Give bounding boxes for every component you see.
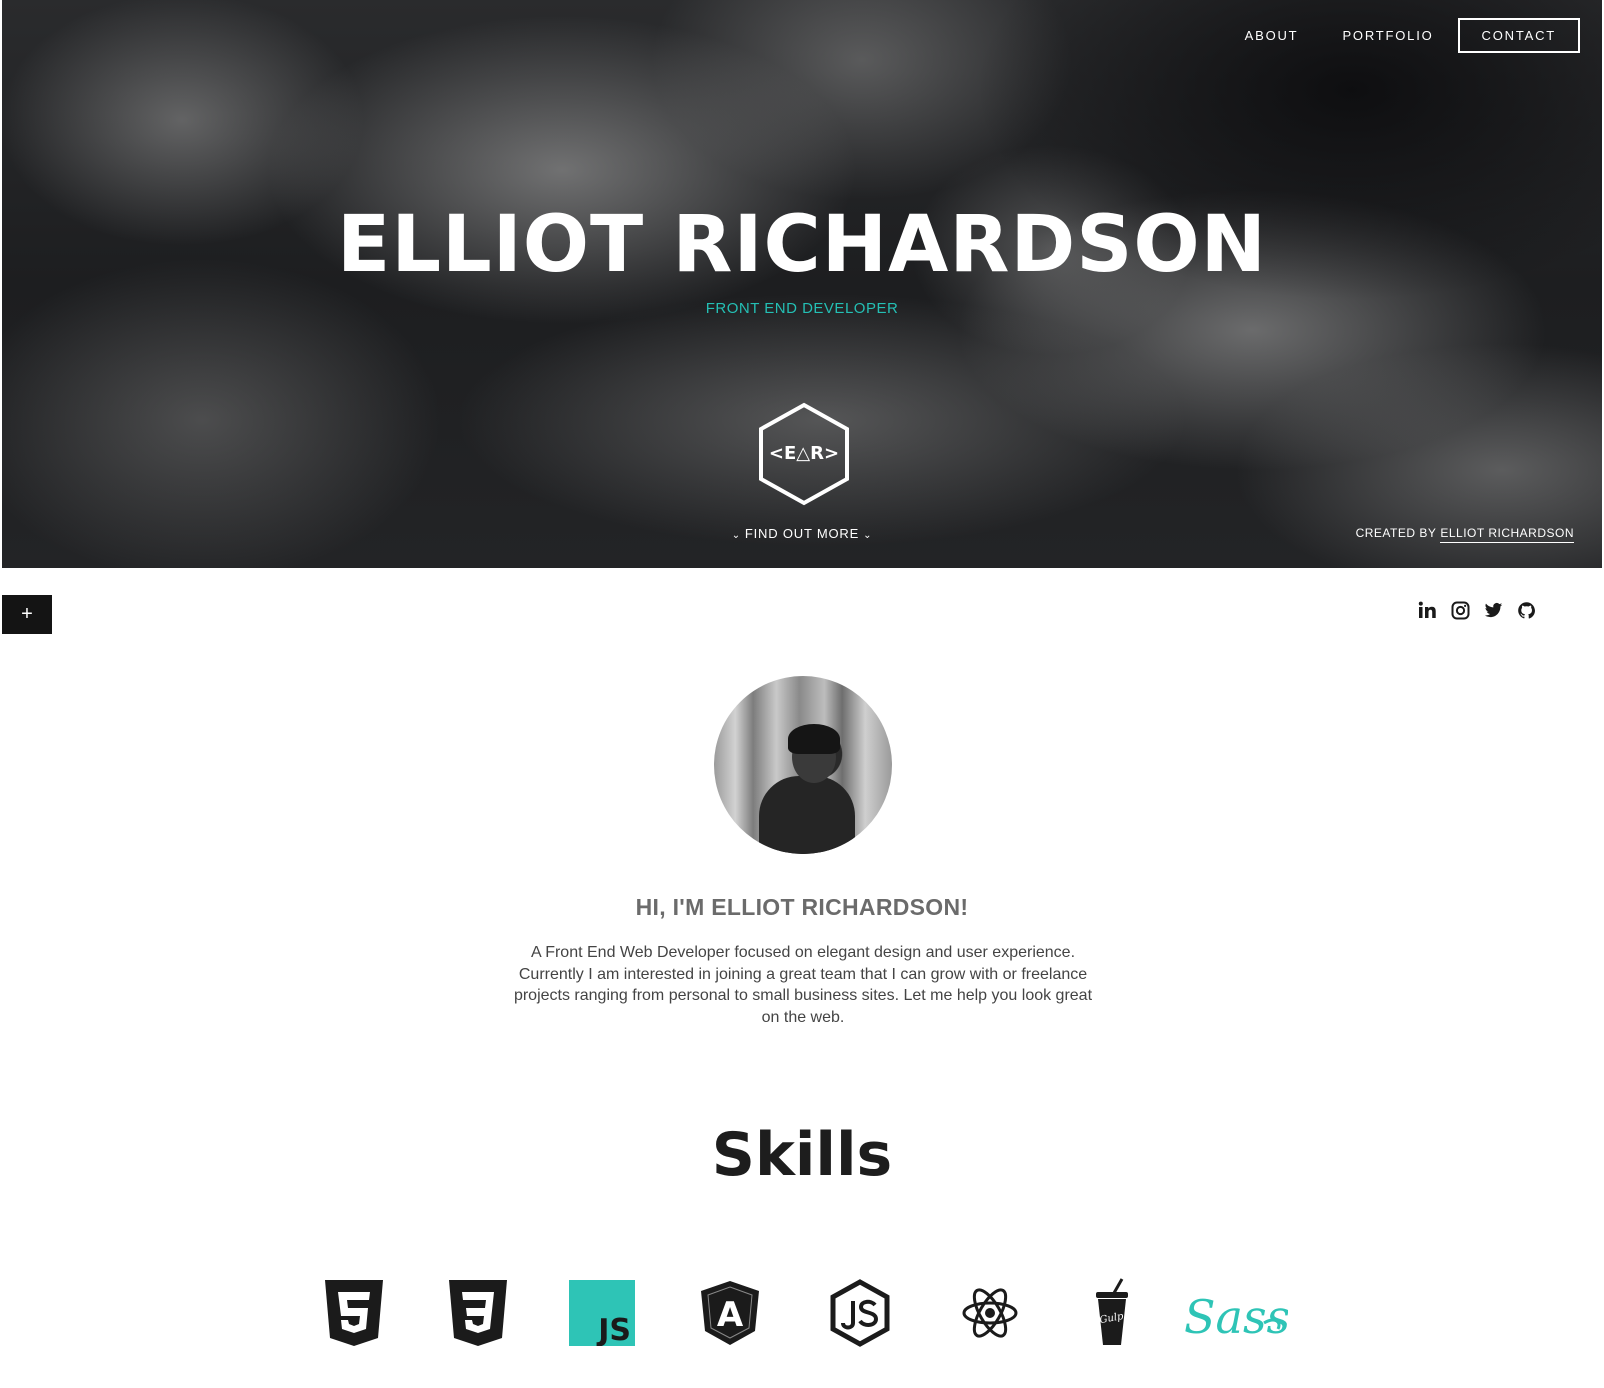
hero-title: ELLIOT RICHARDSON (337, 200, 1267, 290)
angular-icon: A (692, 1275, 768, 1351)
instagram-icon[interactable] (1451, 601, 1470, 620)
nav-about[interactable]: ABOUT (1223, 18, 1321, 53)
github-icon[interactable] (1517, 601, 1536, 620)
sass-icon: Sass (1178, 1275, 1288, 1351)
created-by-author-link[interactable]: ELLIOT RICHARDSON (1440, 526, 1574, 543)
logo-text: <E△R> (768, 443, 840, 464)
social-links (1418, 601, 1536, 620)
skills-heading: Skills (711, 1120, 893, 1190)
about-text: A Front End Web Developer focused on ele… (513, 944, 1093, 1026)
gulp-icon: Gulp (1074, 1275, 1150, 1351)
javascript-icon: JS (564, 1275, 640, 1351)
chevron-down-icon: ⌄ (863, 530, 873, 541)
skills-list: JS A Gulp Sass (0, 1275, 1604, 1355)
hero-section: ABOUT PORTFOLIO CONTACT ELLIOT RICHARDSO… (2, 0, 1602, 568)
react-icon (952, 1275, 1028, 1351)
linkedin-icon[interactable] (1418, 601, 1437, 620)
nodejs-icon (822, 1275, 898, 1351)
hero-subtitle: FRONT END DEVELOPER (705, 300, 899, 317)
created-by: CREATED BY ELLIOT RICHARDSON (1355, 526, 1574, 543)
angular-label: A (717, 1295, 744, 1335)
avatar-hair (788, 724, 840, 754)
js-label: JS (596, 1313, 631, 1346)
sass-label: Sass (1184, 1290, 1288, 1344)
nav-contact-button[interactable]: CONTACT (1457, 18, 1580, 53)
css3-icon (440, 1275, 516, 1351)
profile-avatar (714, 676, 892, 854)
plus-icon: + (21, 603, 33, 625)
chevron-down-icon: ⌄ (731, 530, 741, 541)
html5-icon (316, 1275, 392, 1351)
created-by-prefix: CREATED BY (1355, 526, 1437, 540)
find-out-more-label: FIND OUT MORE (744, 526, 860, 541)
nav-portfolio[interactable]: PORTFOLIO (1320, 18, 1455, 53)
about-heading: HI, I'M ELLIOT RICHARDSON! (635, 894, 969, 920)
twitter-icon[interactable] (1484, 601, 1503, 620)
avatar-body (759, 776, 855, 854)
expand-menu-button[interactable]: + (2, 595, 52, 634)
top-nav: ABOUT PORTFOLIO CONTACT (1223, 18, 1580, 53)
